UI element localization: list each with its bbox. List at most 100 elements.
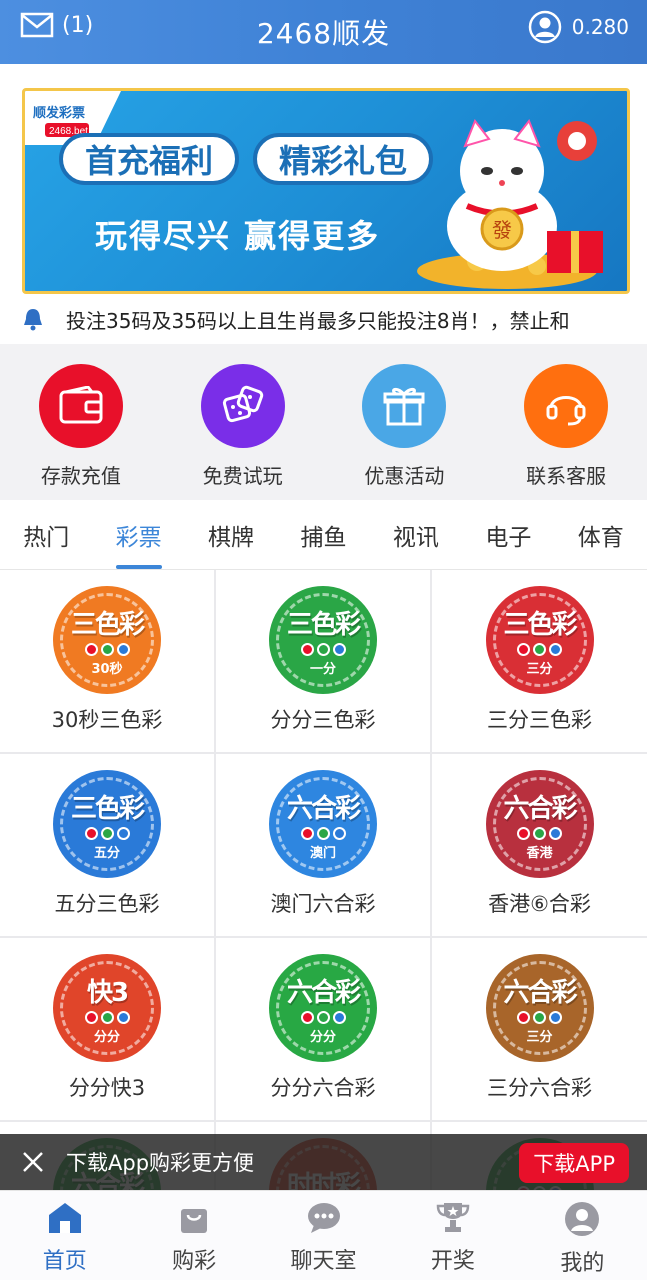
close-download-bar-button[interactable]	[0, 1150, 66, 1174]
chip-subtitle: 五分	[93, 845, 120, 861]
free-trial-label: 免费试玩	[202, 464, 283, 488]
cat-coin-text: 發	[492, 219, 512, 242]
bell-icon	[24, 309, 42, 331]
ball-icon	[300, 1010, 314, 1024]
customer-service-button[interactable]: 联系客服	[485, 344, 647, 500]
game-tile[interactable]: 六合彩 三分 三分六合彩	[432, 938, 647, 1120]
ball-icon	[100, 826, 114, 840]
game-tile[interactable]: 三色彩 一分 分分三色彩	[216, 570, 430, 752]
ball-icon	[549, 642, 562, 656]
game-tile[interactable]: 快3 分分 分分快3	[0, 938, 214, 1120]
lottery-chip-icon: 三色彩 一分	[269, 586, 377, 694]
ball-icon	[84, 826, 98, 840]
headset-icon	[524, 364, 609, 448]
nav-home-label: 首页	[42, 1249, 87, 1274]
chip-subtitle: 分分	[93, 1029, 120, 1045]
ball-icon	[116, 642, 130, 656]
chip-face: 三色彩 30秒	[60, 593, 154, 687]
account-button[interactable]: 0.280	[528, 10, 629, 44]
lucky-cat-icon: 發	[417, 119, 603, 289]
ball-icon	[549, 826, 562, 840]
chip-title: 六合彩	[503, 977, 577, 1008]
chip-subtitle: 澳门	[309, 845, 336, 861]
chip-subtitle: 30秒	[91, 661, 123, 677]
chip-title: 三色彩	[70, 793, 145, 824]
chip-face: 六合彩 三分	[492, 961, 587, 1055]
lottery-chip-icon: 六合彩 三分	[485, 954, 594, 1062]
chip-face: 三色彩 五分	[60, 777, 154, 871]
free-trial-button[interactable]: 免费试玩	[162, 344, 324, 500]
promotions-button[interactable]: 优惠活动	[324, 344, 486, 500]
notice-text: 投注35码及35码以上且生肖最多只能投注8肖！，禁止和	[66, 308, 570, 333]
lottery-chip-icon: 六合彩 澳门	[269, 770, 377, 878]
account-balance: 0.280	[571, 15, 629, 39]
chip-title: 三色彩	[503, 609, 577, 640]
game-label: 三分三色彩	[487, 708, 592, 732]
game-label: 澳门六合彩	[270, 892, 376, 916]
trophy-icon	[436, 1203, 470, 1232]
ball-icon	[332, 826, 346, 840]
nav-draw-results[interactable]: 开奖	[388, 1191, 517, 1280]
chip-title: 六合彩	[286, 977, 361, 1008]
game-tile[interactable]: 三色彩 五分 五分三色彩	[0, 754, 214, 936]
lottery-chip-icon: 六合彩 分分	[269, 954, 377, 1062]
chip-title: 六合彩	[503, 793, 577, 824]
ball-icon	[332, 1010, 346, 1024]
ball-icon	[316, 826, 330, 840]
chip-title: 三色彩	[286, 609, 361, 640]
chip-title: 六合彩	[286, 793, 361, 824]
chip-subtitle: 三分	[526, 661, 553, 677]
ball-icon	[316, 1010, 330, 1024]
category-tabs: 热门 彩票 棋牌 捕鱼 视讯 电子 体育	[0, 500, 647, 570]
deposit-button[interactable]: 存款充值	[0, 344, 162, 500]
chip-balls	[517, 642, 562, 656]
chip-balls	[84, 826, 130, 840]
nav-home[interactable]: 首页	[0, 1191, 129, 1280]
game-label: 分分快3	[68, 1076, 146, 1100]
chip-balls	[84, 642, 130, 656]
tab-chess-cards[interactable]: 棋牌	[185, 500, 277, 569]
chip-face: 三色彩 三分	[492, 593, 587, 687]
chip-balls	[300, 642, 346, 656]
promo-banner[interactable]: 顺发彩票 2468.bet 首充福利 精彩礼包 玩得尽兴 赢得更多 發	[22, 88, 630, 294]
nav-mine[interactable]: 我的	[518, 1191, 647, 1280]
ball-icon	[100, 642, 114, 656]
chip-title: 三色彩	[70, 609, 145, 640]
game-tile[interactable]: 六合彩 香港 香港⑥合彩	[432, 754, 647, 936]
game-tile[interactable]: 六合彩 分分 分分六合彩	[216, 938, 430, 1120]
customer-service-label: 联系客服	[526, 464, 607, 488]
lottery-chip-icon: 三色彩 五分	[53, 770, 161, 878]
tab-sports[interactable]: 体育	[555, 500, 647, 569]
game-label: 30秒三色彩	[51, 708, 163, 732]
nav-buy-lottery[interactable]: 购彩	[129, 1191, 258, 1280]
banner-pill-gift: 精彩礼包	[253, 133, 433, 185]
game-tile[interactable]: 三色彩 30秒 30秒三色彩	[0, 570, 214, 752]
tab-live-video[interactable]: 视讯	[370, 500, 462, 569]
tab-hot[interactable]: 热门	[0, 500, 92, 569]
game-tile[interactable]: 六合彩 澳门 澳门六合彩	[216, 754, 430, 936]
tab-fishing[interactable]: 捕鱼	[277, 500, 369, 569]
ball-icon	[116, 826, 130, 840]
bottom-nav: 首页 购彩 聊天室 开奖 我的	[0, 1190, 647, 1280]
tab-lottery[interactable]: 彩票	[92, 500, 184, 569]
chip-subtitle: 三分	[526, 1029, 553, 1045]
ball-icon	[332, 642, 346, 656]
ball-icon	[533, 1010, 546, 1024]
game-tile[interactable]: 三色彩 三分 三分三色彩	[432, 570, 647, 752]
tab-electronic[interactable]: 电子	[462, 500, 554, 569]
ball-icon	[84, 1010, 98, 1024]
chip-face: 三色彩 一分	[276, 593, 370, 687]
nav-buy-label: 购彩	[172, 1249, 217, 1274]
home-icon	[48, 1203, 81, 1233]
banner-slogan: 玩得尽兴 赢得更多	[95, 217, 381, 255]
promotions-label: 优惠活动	[364, 464, 445, 488]
nav-chat-room[interactable]: 聊天室	[259, 1191, 388, 1280]
lottery-chip-icon: 三色彩 30秒	[53, 586, 161, 694]
ball-icon	[533, 826, 546, 840]
game-label: 香港⑥合彩	[488, 892, 591, 916]
download-app-button[interactable]: 下载APP	[519, 1143, 629, 1183]
chip-face: 六合彩 澳门	[276, 777, 370, 871]
banner-pill-first-deposit: 首充福利	[59, 133, 239, 185]
gift-icon	[362, 364, 447, 448]
lottery-chip-icon: 三色彩 三分	[485, 586, 594, 694]
